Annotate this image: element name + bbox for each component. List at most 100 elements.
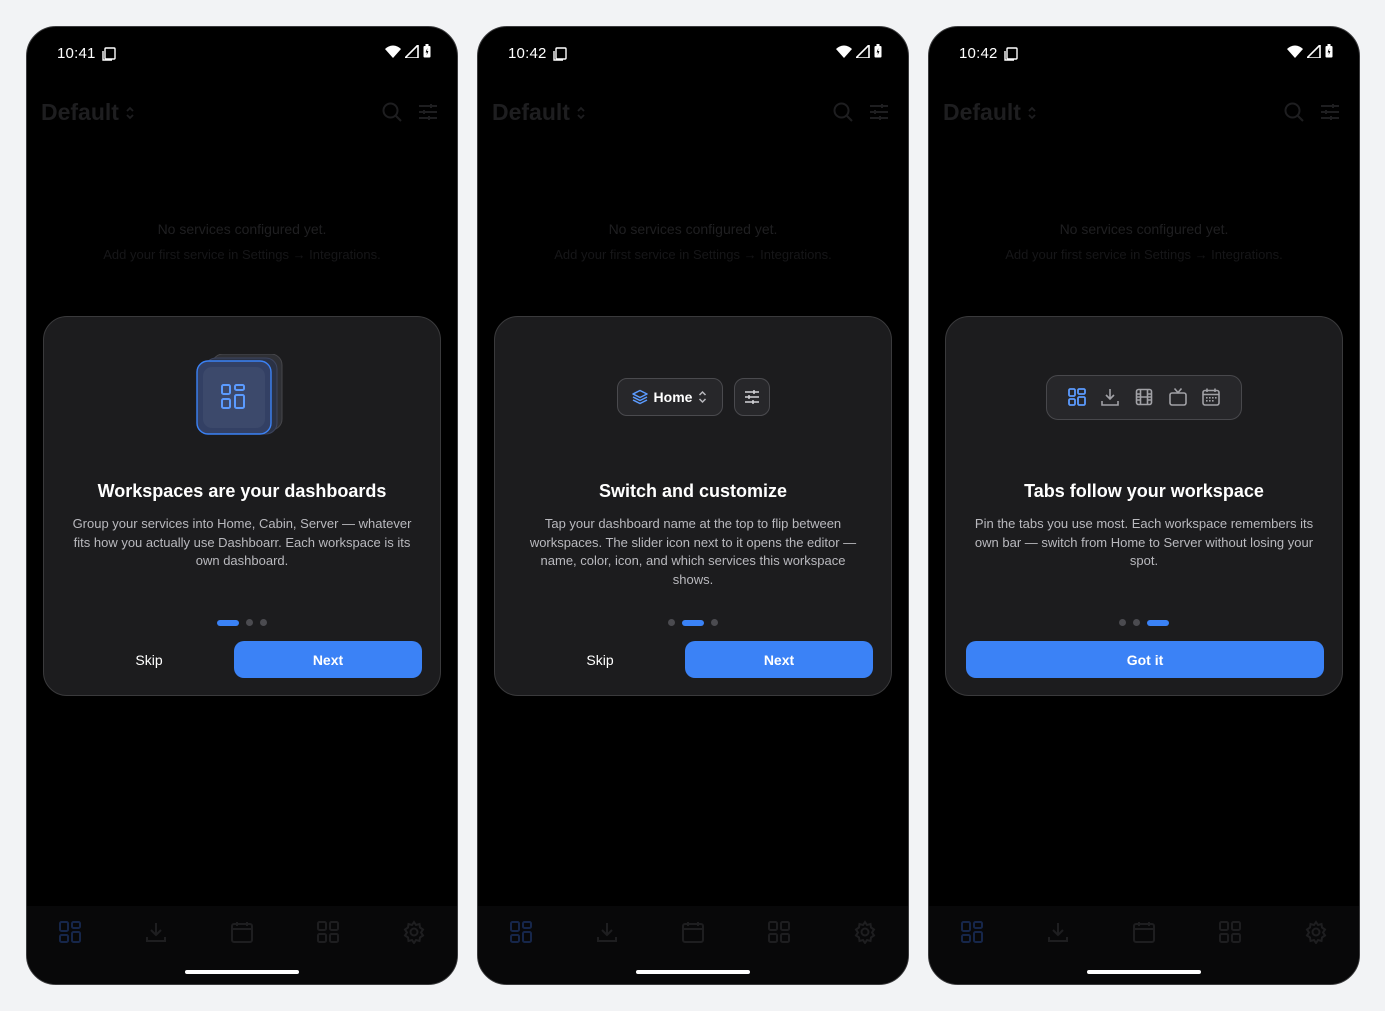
battery-icon	[423, 44, 431, 58]
search-icon[interactable]	[1283, 101, 1305, 123]
next-button[interactable]: Next	[685, 641, 873, 678]
onboarding-card: Home Switch and customize Tap your dashb…	[494, 316, 892, 696]
page-dot	[668, 619, 675, 626]
top-bar: Default	[492, 99, 890, 129]
grid-icon[interactable]	[316, 920, 340, 944]
home-indicator[interactable]	[185, 970, 299, 974]
editor-button-preview	[733, 378, 770, 416]
sliders-icon[interactable]	[1319, 101, 1341, 123]
signal-icon	[856, 44, 870, 58]
battery-icon	[874, 44, 882, 58]
got-it-button[interactable]: Got it	[966, 641, 1324, 678]
onboarding-card: Tabs follow your workspace Pin the tabs …	[945, 316, 1343, 696]
status-bar: 10:42	[929, 27, 1359, 81]
signal-icon	[1307, 44, 1321, 58]
empty-state-hint: Add your first service in Settings → Int…	[1005, 247, 1283, 262]
workspace-pill-label: Home	[653, 389, 693, 405]
workspace-title: Default	[492, 99, 570, 125]
wifi-icon	[385, 45, 401, 58]
calendar-icon[interactable]	[1132, 920, 1156, 944]
download-icon[interactable]	[1046, 920, 1070, 944]
workspace-illustration	[44, 351, 440, 443]
workspace-title: Default	[41, 99, 119, 125]
page-dot-active	[1147, 619, 1169, 626]
empty-state-title: No services configured yet.	[157, 221, 327, 237]
switcher-illustration: Home	[495, 351, 891, 443]
search-icon[interactable]	[832, 101, 854, 123]
card-body: Tap your dashboard name at the top to fl…	[529, 516, 857, 587]
next-button[interactable]: Next	[234, 641, 422, 678]
card-title: Switch and customize	[598, 481, 788, 501]
wifi-icon	[1287, 45, 1303, 58]
page-dot	[246, 619, 253, 626]
card-title: Workspaces are your dashboards	[97, 481, 387, 501]
status-bar: 10:42	[478, 27, 908, 81]
battery-icon	[1325, 44, 1333, 58]
download-icon[interactable]	[595, 920, 619, 944]
empty-state-hint: Add your first service in Settings → Int…	[103, 247, 381, 262]
workspace-switcher[interactable]: Default	[41, 99, 135, 126]
status-time: 10:42	[959, 45, 998, 62]
workspace-pill-preview: Home	[616, 378, 723, 416]
chevron-updown-icon	[126, 106, 134, 119]
chevron-updown-icon	[699, 390, 707, 404]
download-icon	[1101, 389, 1120, 406]
card-body: Pin the tabs you use most. Each workspac…	[974, 516, 1314, 568]
tabs-illustration	[946, 351, 1342, 443]
grid-icon	[1067, 388, 1086, 406]
home-indicator[interactable]	[1087, 970, 1201, 974]
home-indicator[interactable]	[636, 970, 750, 974]
grid-icon[interactable]	[58, 920, 82, 944]
phone-screen-1: 10:41 Default No services configured yet…	[26, 26, 458, 985]
tab-bar-preview	[1046, 374, 1242, 420]
page-indicator	[44, 619, 440, 626]
calendar-icon[interactable]	[681, 920, 705, 944]
grid-icon[interactable]	[767, 920, 791, 944]
onboarding-card: Workspaces are your dashboards Group you…	[43, 316, 441, 696]
card-body: Group your services into Home, Cabin, Se…	[72, 516, 412, 568]
wifi-icon	[836, 45, 852, 58]
workspace-title: Default	[943, 99, 1021, 125]
phone-screen-3: 10:42 Default No services configured yet…	[928, 26, 1360, 985]
page-dot	[711, 619, 718, 626]
gear-icon[interactable]	[402, 920, 426, 944]
top-bar: Default	[41, 99, 439, 129]
grid-icon[interactable]	[1218, 920, 1242, 944]
top-bar: Default	[943, 99, 1341, 129]
skip-button[interactable]: Skip	[64, 652, 234, 668]
calendar-icon	[1202, 388, 1221, 406]
screenshot-icon	[101, 46, 116, 61]
card-title: Tabs follow your workspace	[1024, 481, 1264, 501]
workspace-switcher[interactable]: Default	[943, 99, 1037, 126]
download-icon[interactable]	[144, 920, 168, 944]
workspace-switcher[interactable]: Default	[492, 99, 586, 126]
chevron-updown-icon	[1028, 106, 1036, 119]
page-dot-active	[217, 619, 239, 626]
page-dot-active	[682, 619, 704, 626]
empty-state-hint: Add your first service in Settings → Int…	[554, 247, 832, 262]
gear-icon[interactable]	[853, 920, 877, 944]
empty-state-title: No services configured yet.	[608, 221, 778, 237]
status-time: 10:41	[57, 45, 96, 62]
film-icon	[1135, 388, 1153, 406]
gear-icon[interactable]	[1304, 920, 1328, 944]
search-icon[interactable]	[381, 101, 403, 123]
chevron-updown-icon	[577, 106, 585, 119]
layers-icon	[631, 389, 648, 405]
page-dot	[260, 619, 267, 626]
grid-icon[interactable]	[509, 920, 533, 944]
page-dot	[1133, 619, 1140, 626]
sliders-icon[interactable]	[868, 101, 890, 123]
skip-button[interactable]: Skip	[515, 652, 685, 668]
page-indicator	[946, 619, 1342, 626]
page-indicator	[495, 619, 891, 626]
grid-icon[interactable]	[960, 920, 984, 944]
screenshot-icon	[552, 46, 567, 61]
signal-icon	[405, 44, 419, 58]
empty-state-title: No services configured yet.	[1059, 221, 1229, 237]
calendar-icon[interactable]	[230, 920, 254, 944]
sliders-icon[interactable]	[417, 101, 439, 123]
page-dot	[1119, 619, 1126, 626]
status-bar: 10:41	[27, 27, 457, 81]
sliders-icon	[744, 390, 759, 404]
